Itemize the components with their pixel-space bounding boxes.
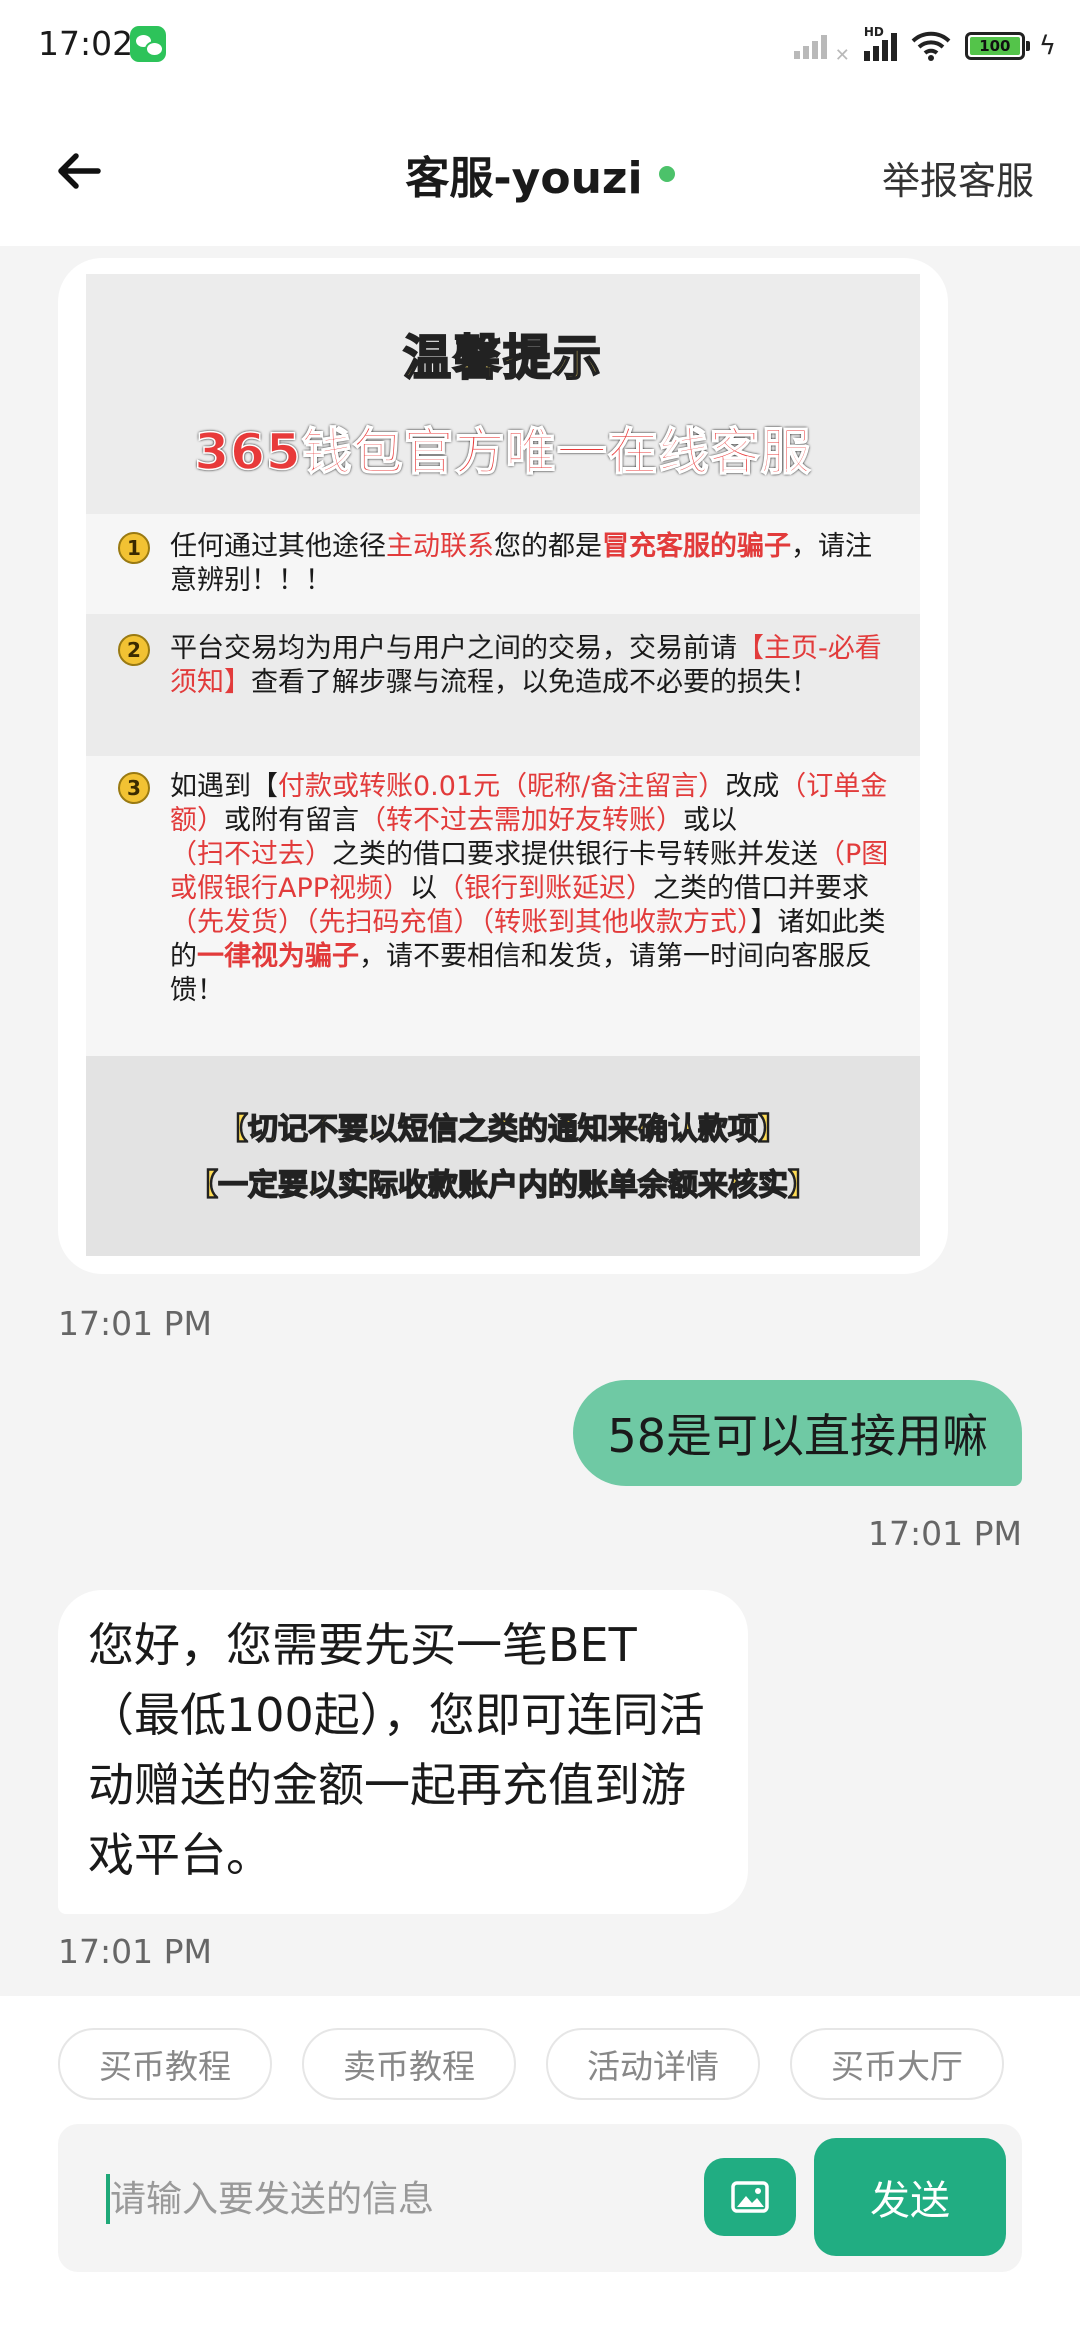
notice-item-text: 平台交易均为用户与用户之间的交易，交易前请【主页-必看须知】查看了解步骤与流程，…	[170, 633, 882, 698]
chat-header: 客服-youzi 举报客服	[0, 96, 1080, 246]
incoming-message[interactable]: 您好，您需要先买一笔BET（最低100起），您即可连同活动赠送的金额一起再充值到…	[58, 1590, 748, 1914]
charging-icon: ϟ	[1038, 31, 1056, 61]
quick-reply-chips: 买币教程 卖币教程 活动详情 买币大厅	[58, 2028, 1004, 2100]
online-status-dot	[658, 166, 675, 182]
notice-footer-line: 【一定要以实际收款账户内的账单余额来核实】	[187, 1167, 818, 1203]
send-button[interactable]: 发送	[814, 2138, 1006, 2256]
status-icons: ✕ HD 100 ϟ	[793, 25, 1056, 66]
signal-weak-icon	[793, 33, 827, 59]
notice-item-text: 任何通过其他途径主动联系您的都是冒充客服的骗子，请注意辨别！！！	[170, 531, 872, 596]
signal-strong-icon: HD	[863, 25, 897, 61]
notice-item-text: 如遇到【付款或转账0.01元（昵称/备注留言）改成（订单金额）或附有留言（转不过…	[170, 771, 889, 1006]
image-icon	[731, 2181, 769, 2213]
message-timestamp: 17:01 PM	[58, 1932, 212, 1971]
battery-icon: 100	[964, 32, 1030, 60]
notice-footer-line: 【切记不要以短信之类的通知来确认款项】	[217, 1111, 788, 1147]
quick-reply-buy-tutorial[interactable]: 买币教程	[58, 2028, 272, 2100]
number-badge: 3	[118, 772, 150, 804]
status-time: 17:02	[38, 24, 134, 63]
message-composer: 发送	[58, 2124, 1022, 2272]
send-image-button[interactable]	[704, 2158, 796, 2236]
message-timestamp: 17:01 PM	[868, 1514, 1022, 1553]
notice-subtitle: 365钱包官方唯一在线客服	[194, 422, 812, 482]
quick-reply-buy-hall[interactable]: 买币大厅	[790, 2028, 1004, 2100]
notice-footer: 【切记不要以短信之类的通知来确认款项】 【一定要以实际收款账户内的账单余额来核实…	[86, 1056, 920, 1256]
number-badge: 2	[118, 634, 150, 666]
status-bar: 17:02 ✕ HD 100 ϟ	[0, 0, 1080, 96]
notice-item: 2 平台交易均为用户与用户之间的交易，交易前请【主页-必看须知】查看了解步骤与流…	[86, 614, 920, 756]
wechat-notification-icon	[130, 26, 166, 62]
quick-reply-activity-details[interactable]: 活动详情	[546, 2028, 760, 2100]
quick-reply-sell-tutorial[interactable]: 卖币教程	[302, 2028, 516, 2100]
message-timestamp: 17:01 PM	[58, 1304, 212, 1343]
notice-item: 3 如遇到【付款或转账0.01元（昵称/备注留言）改成（订单金额）或附有留言（转…	[86, 756, 920, 1056]
hd-label: HD	[863, 25, 884, 39]
battery-level: 100	[969, 37, 1020, 55]
outgoing-message[interactable]: 58是可以直接用嘛	[573, 1380, 1022, 1486]
message-input[interactable]	[110, 2164, 710, 2234]
bottom-bar: 买币教程 卖币教程 活动详情 买币大厅 发送	[0, 1996, 1080, 2340]
image-message-bubble[interactable]: 温馨提示 365钱包官方唯一在线客服 1 任何通过其他途径主动联系您的都是冒充客…	[58, 258, 948, 1274]
number-badge: 1	[118, 532, 150, 564]
notice-item: 1 任何通过其他途径主动联系您的都是冒充客服的骗子，请注意辨别！！！	[86, 514, 920, 614]
report-agent-button[interactable]: 举报客服	[882, 150, 1034, 205]
agent-name: 客服-youzi	[405, 153, 643, 204]
wifi-icon	[911, 31, 951, 61]
notice-header: 温馨提示 365钱包官方唯一在线客服	[86, 274, 920, 514]
no-signal-x-icon: ✕	[834, 45, 850, 66]
warning-notice-image[interactable]: 温馨提示 365钱包官方唯一在线客服 1 任何通过其他途径主动联系您的都是冒充客…	[86, 274, 920, 1256]
notice-title: 温馨提示	[402, 329, 603, 387]
